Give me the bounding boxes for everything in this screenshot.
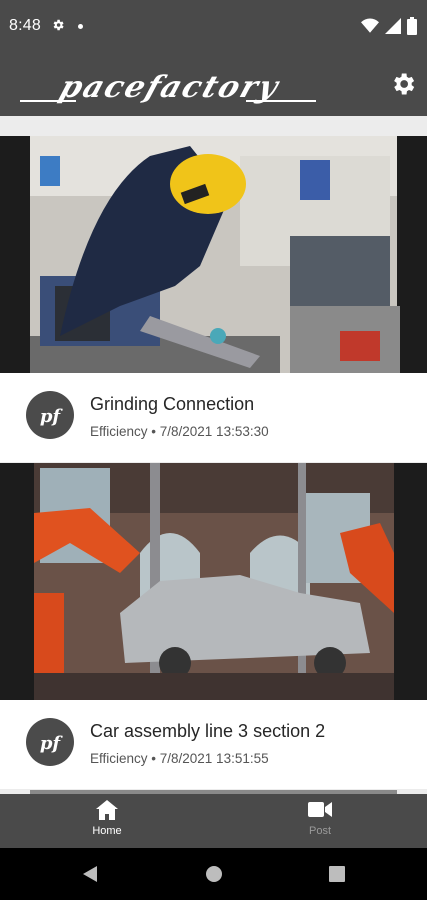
battery-icon	[407, 17, 417, 35]
notification-dot	[78, 24, 83, 29]
nav-post[interactable]: Post	[260, 794, 380, 848]
post-image-assembly[interactable]	[0, 463, 427, 700]
home-icon	[96, 800, 118, 820]
post-meta: Efficiency • 7/8/2021 13:51:55	[90, 751, 269, 766]
nav-home[interactable]: Home	[47, 794, 167, 848]
settings-status-icon	[53, 19, 64, 31]
status-bar: 8:48	[0, 0, 427, 54]
nav-home-label: Home	[92, 825, 122, 837]
app-bar: pacefactory	[0, 54, 427, 116]
pf-logo-icon: pf	[40, 733, 64, 754]
system-navigation	[0, 848, 427, 900]
back-icon[interactable]	[83, 866, 97, 882]
post-card[interactable]: pf Car assembly line 3 section 2 Efficie…	[0, 463, 427, 789]
post-info[interactable]: pf Grinding Connection Efficiency • 7/8/…	[0, 373, 427, 462]
welder-workshop-photo	[30, 136, 400, 373]
video-camera-icon	[308, 802, 332, 817]
post-title: Grinding Connection	[90, 394, 255, 414]
post-info[interactable]: pf Car assembly line 3 section 2 Efficie…	[0, 700, 427, 789]
nav-post-label: Post	[308, 825, 331, 837]
car-assembly-robots-photo	[34, 463, 394, 700]
post-image-welder[interactable]	[0, 136, 427, 373]
status-time: 8:48	[9, 17, 41, 34]
home-circle-icon[interactable]	[205, 865, 223, 883]
svg-text:pf: pf	[40, 406, 64, 427]
svg-text:pf: pf	[40, 733, 64, 754]
post-title: Car assembly line 3 section 2	[90, 721, 326, 741]
pf-avatar: pf	[26, 391, 74, 439]
wifi-icon	[361, 18, 379, 33]
bottom-navigation: Home Post	[0, 794, 427, 848]
settings-gear-icon[interactable]	[389, 70, 417, 98]
pf-logo-icon: pf	[40, 406, 64, 427]
svg-text:pacefactory: pacefactory	[55, 70, 284, 105]
post-feed[interactable]: pf Grinding Connection Efficiency • 7/8/…	[0, 116, 427, 794]
post-card[interactable]: pf Grinding Connection Efficiency • 7/8/…	[0, 136, 427, 462]
post-meta: Efficiency • 7/8/2021 13:53:30	[90, 424, 269, 439]
recents-icon[interactable]	[329, 866, 345, 882]
signal-icon	[385, 18, 401, 34]
pf-avatar: pf	[26, 718, 74, 766]
pacefactory-logo: pacefactory	[20, 70, 316, 105]
